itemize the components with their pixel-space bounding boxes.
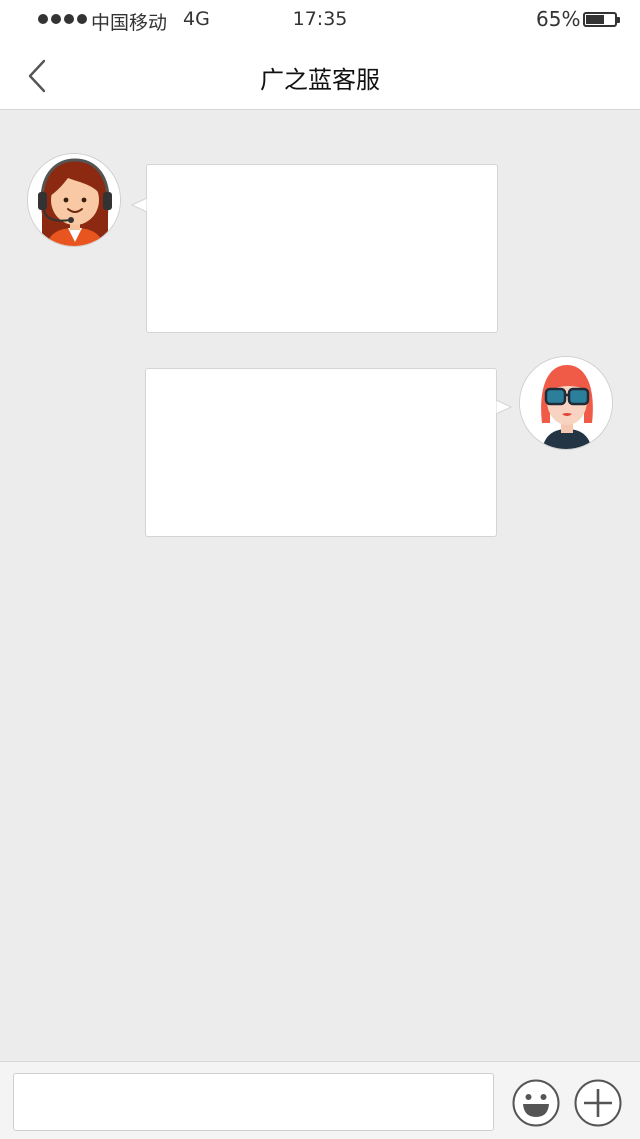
message-input[interactable] [13,1073,494,1131]
navigation-bar: 广之蓝客服 [0,40,640,110]
status-bar: 中国移动 4G 17:35 65% [0,0,640,40]
page-title: 广之蓝客服 [260,66,380,94]
bubble-tail [492,399,512,415]
battery-level-fill [586,15,604,24]
battery-percent: 65% [536,7,581,31]
battery-icon [583,12,620,27]
bubble-tail [131,197,151,213]
plus-icon [574,1079,622,1127]
customer-service-agent-avatar[interactable] [27,153,121,247]
more-options-button[interactable] [574,1079,622,1127]
user-message-bubble[interactable] [145,368,512,537]
smiley-face-icon [512,1079,560,1127]
user-avatar[interactable] [519,356,613,450]
agent-message-bubble[interactable] [131,164,498,333]
emoji-button[interactable] [512,1079,560,1127]
message-input-bar [0,1061,640,1139]
